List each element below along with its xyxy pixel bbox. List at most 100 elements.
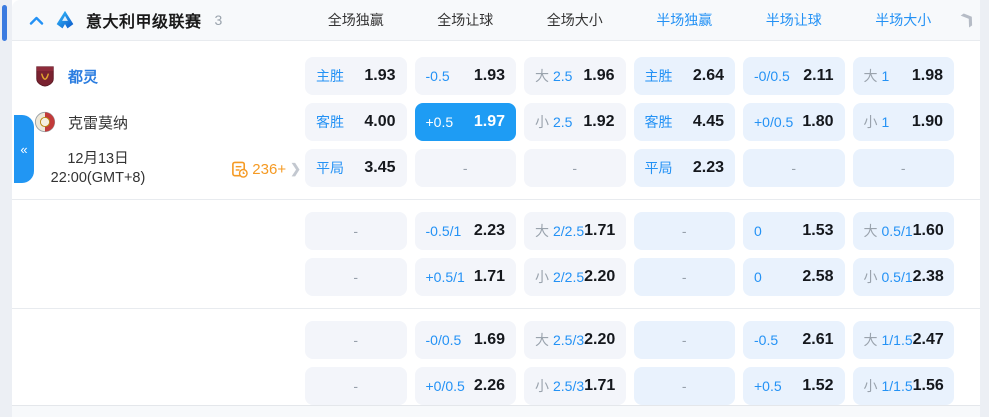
overunder-label: 大 2.5/3 xyxy=(535,332,585,348)
left-scrollbar-track xyxy=(0,0,12,417)
home-team-name: 都灵 xyxy=(68,68,99,86)
handicap-label: 0 xyxy=(754,269,762,285)
empty-odds-dash: - xyxy=(353,223,359,239)
handicap-label: -0/0.5 xyxy=(425,332,462,348)
away-team-row[interactable]: 克雷莫纳 xyxy=(12,103,305,141)
odds-cell[interactable]: 小 2.5/3 1.71 xyxy=(524,367,626,405)
handicap-label: +0/0.5 xyxy=(425,378,465,394)
odds-cell[interactable]: 小 1 1.90 xyxy=(852,103,954,141)
odds-cell[interactable]: 大 0.5/1 1.60 xyxy=(852,212,954,250)
league-header-left: 意大利甲级联赛 3 xyxy=(12,8,297,32)
odds-value: 2.47 xyxy=(912,331,944,348)
odds-cell[interactable]: 大 2.5/3 2.20 xyxy=(524,321,626,359)
odds-cell[interactable]: 主胜 2.64 xyxy=(633,57,735,95)
odds-cell[interactable]: 大 2/2.5 1.71 xyxy=(524,212,626,250)
odds-row: 客胜 4.00 +0.5 1.97 小 2.5 1.92 客胜 4.45 +0/0.5 1.80 小 1… xyxy=(305,103,954,141)
odds-cell[interactable]: -0/0.5 2.11 xyxy=(743,57,845,95)
empty-odds-dash: - xyxy=(353,332,359,348)
right-gutter xyxy=(980,0,989,417)
odds-cell[interactable]: 大 2.5 1.96 xyxy=(524,57,626,95)
outcome-label: 客胜 xyxy=(316,114,344,130)
match-info-pane: 都灵 克雷莫纳 12月13日 22:00(GMT+8) 236+ ❯ xyxy=(12,41,305,417)
odds-value: 1.71 xyxy=(584,222,616,239)
handicap-label: -0.5/1 xyxy=(425,223,462,239)
odds-value: 4.00 xyxy=(364,113,396,130)
overunder-label: 大1 xyxy=(863,68,890,84)
handicap-label: -0.5 xyxy=(425,68,450,84)
odds-value: 1.90 xyxy=(911,113,943,130)
column-header-halftime-handicap: 半场让球 xyxy=(765,12,822,28)
odds-cell[interactable]: -0.5/1 2.23 xyxy=(414,212,516,250)
odds-cell[interactable]: 0 1.53 xyxy=(743,212,845,250)
odds-value: 1.56 xyxy=(912,377,944,394)
odds-cell: - xyxy=(305,258,407,296)
odds-value: 1.53 xyxy=(802,222,834,239)
odds-cell[interactable]: -0.5 1.93 xyxy=(414,57,516,95)
overunder-label: 大 0.5/1 xyxy=(863,223,913,239)
overunder-label: 小 0.5/1 xyxy=(863,269,913,285)
odds-cell: - xyxy=(305,212,407,250)
match-time: 22:00(GMT+8) xyxy=(50,170,146,186)
odds-cell[interactable]: -0.5 2.61 xyxy=(743,321,845,359)
odds-value: 3.45 xyxy=(364,159,396,176)
empty-odds-dash: - xyxy=(681,223,687,239)
odds-cell: - xyxy=(524,149,626,187)
handicap-label: +0.5/1 xyxy=(425,269,465,285)
odds-value: 2.38 xyxy=(912,268,944,285)
overunder-label: 小 1/1.5 xyxy=(863,378,913,394)
league-title: 意大利甲级联赛 xyxy=(86,14,202,31)
odds-cell[interactable]: 客胜 4.00 xyxy=(305,103,407,141)
odds-cell[interactable]: 小 2.5 1.92 xyxy=(524,103,626,141)
double-chevron-left-icon: « xyxy=(20,141,28,157)
empty-odds-dash: - xyxy=(572,160,578,176)
odds-cell: - xyxy=(633,321,735,359)
more-markets-link[interactable]: 236+ ❯ xyxy=(231,161,301,178)
serie-a-logo-icon xyxy=(56,10,74,29)
odds-cell[interactable]: +0/0.5 2.26 xyxy=(414,367,516,405)
empty-odds-dash: - xyxy=(681,332,687,348)
odds-cell[interactable]: 平局 3.45 xyxy=(305,149,407,187)
outcome-label: 客胜 xyxy=(644,114,673,130)
sidebar-collapse-tab[interactable]: « xyxy=(14,115,34,183)
odds-cell[interactable]: 平局 2.23 xyxy=(633,149,735,187)
odds-row: - -0/0.5 1.69 大 2.5/3 2.20 - -0.5 2.61 大 1/1.5 2.47 xyxy=(305,321,954,359)
odds-cell[interactable]: 主胜 1.93 xyxy=(305,57,407,95)
handicap-label: +0/0.5 xyxy=(754,114,794,130)
handicap-label: -0.5 xyxy=(754,332,779,348)
odds-cell[interactable]: 0 2.58 xyxy=(743,258,845,296)
home-team-row[interactable]: 都灵 xyxy=(12,57,305,95)
odds-value: 1.96 xyxy=(583,67,615,84)
odds-body: 都灵 克雷莫纳 12月13日 22:00(GMT+8) 236+ ❯ 主胜 1.… xyxy=(12,41,980,417)
handicap-label: +0.5 xyxy=(754,378,782,394)
odds-value: 2.23 xyxy=(473,222,505,239)
odds-cell[interactable]: +0.5 1.97 xyxy=(414,103,516,141)
empty-odds-dash: - xyxy=(900,160,906,176)
handicap-label: -0/0.5 xyxy=(754,68,790,84)
overunder-label: 小 2.5 xyxy=(535,114,573,130)
league-match-count: 3 xyxy=(214,12,223,28)
column-header-fulltime-1x2: 全场独赢 xyxy=(327,12,384,28)
empty-odds-dash: - xyxy=(462,160,468,176)
away-team-badge-cremonese xyxy=(34,111,56,133)
scrollbar-thumb[interactable] xyxy=(2,5,7,41)
column-header-fulltime-overunder: 全场大小 xyxy=(546,12,603,28)
odds-cell[interactable]: 大 1 1.98 xyxy=(852,57,954,95)
header-more-arrow-icon[interactable]: ❯ xyxy=(958,8,977,29)
odds-cell[interactable]: 小 2/2.5 2.20 xyxy=(524,258,626,296)
odds-cell[interactable]: -0/0.5 1.69 xyxy=(414,321,516,359)
odds-cell[interactable]: +0.5 1.52 xyxy=(743,367,845,405)
odds-cell[interactable]: 客胜 4.45 xyxy=(633,103,735,141)
odds-cell[interactable]: +0/0.5 1.80 xyxy=(743,103,845,141)
collapse-league-button[interactable] xyxy=(29,16,44,25)
odds-cell: - xyxy=(305,321,407,359)
odds-value: 2.26 xyxy=(473,377,505,394)
odds-row: - +0/0.5 2.26 小 2.5/3 1.71 - +0.5 1.52 小 1/1.5 1.56 xyxy=(305,367,954,405)
odds-value: 2.11 xyxy=(803,67,834,84)
odds-cell[interactable]: +0.5/1 1.71 xyxy=(414,258,516,296)
odds-cell[interactable]: 小 1/1.5 1.56 xyxy=(852,367,954,405)
odds-row: 主胜 1.93 -0.5 1.93 大 2.5 1.96 主胜 2.64 -0/0.5 2.11 大 1… xyxy=(305,57,954,95)
odds-value: 2.64 xyxy=(692,67,724,84)
odds-cell[interactable]: 大 1/1.5 2.47 xyxy=(852,321,954,359)
odds-cell[interactable]: 小 0.5/1 2.38 xyxy=(852,258,954,296)
match-datetime-row: 12月13日 22:00(GMT+8) 236+ ❯ xyxy=(12,147,305,191)
